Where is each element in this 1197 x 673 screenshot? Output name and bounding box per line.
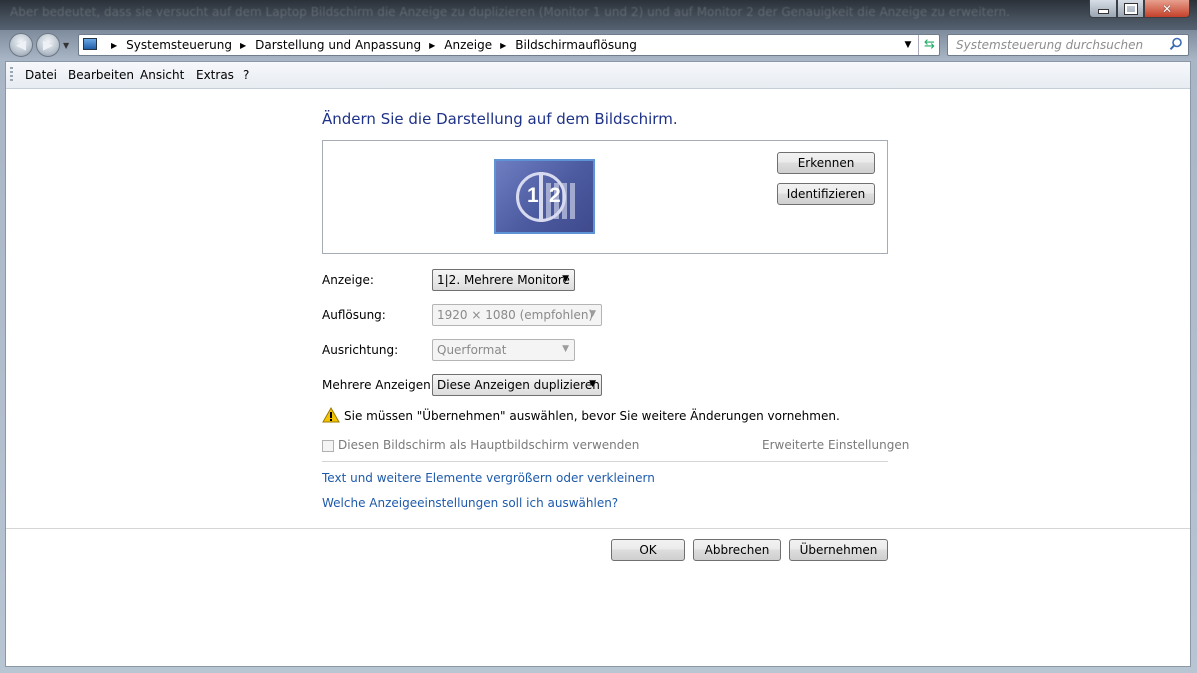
display-preview: 1 2 Erkennen Identifizieren: [322, 140, 888, 254]
content-pane: Datei Bearbeiten Ansicht Extras ? Ändern…: [5, 61, 1191, 667]
menu-bar: Datei Bearbeiten Ansicht Extras ?: [6, 62, 1190, 89]
recent-pages-dropdown-icon[interactable]: ▼: [63, 41, 69, 50]
menu-grip: [10, 67, 13, 83]
menu-ansicht[interactable]: Ansicht: [140, 68, 184, 82]
search-icon[interactable]: [1169, 37, 1183, 51]
warning-text: Sie müssen "Übernehmen" auswählen, bevor…: [344, 409, 840, 423]
display-label: Anzeige:: [322, 273, 374, 287]
orientation-select[interactable]: Querformat ▼: [432, 339, 575, 361]
resolution-select-value: 1920 × 1080 (empfohlen): [437, 308, 594, 322]
address-dropdown-icon[interactable]: ▼: [900, 37, 916, 53]
search-box[interactable]: Systemsteuerung durchsuchen: [947, 34, 1189, 56]
search-input[interactable]: Systemsteuerung durchsuchen: [956, 38, 1143, 52]
main-display-checkbox-label[interactable]: Diesen Bildschirm als Hauptbildschirm ve…: [338, 438, 639, 452]
menu-bearbeiten[interactable]: Bearbeiten: [68, 68, 134, 82]
divider: [6, 528, 1190, 529]
forward-button[interactable]: ▶: [36, 33, 60, 57]
breadcrumb: ▶ Systemsteuerung ▶ Darstellung und Anpa…: [103, 38, 637, 52]
divider: [322, 461, 888, 462]
breadcrumb-chevron-icon[interactable]: ▶: [500, 41, 506, 50]
identify-button[interactable]: Identifizieren: [777, 183, 875, 205]
breadcrumb-anzeige[interactable]: Anzeige: [444, 38, 492, 52]
resolution-label: Auflösung:: [322, 308, 386, 322]
monitor-number-2: 2: [549, 184, 561, 207]
close-button[interactable]: ✕: [1144, 0, 1190, 18]
cancel-button[interactable]: Abbrechen: [693, 539, 781, 561]
breadcrumb-chevron-icon[interactable]: ▶: [429, 41, 435, 50]
multiple-displays-label: Mehrere Anzeigen:: [322, 378, 435, 392]
chevron-down-icon: ▼: [589, 379, 596, 389]
chevron-down-icon: ▼: [589, 309, 596, 319]
breadcrumb-bildschirmaufloesung[interactable]: Bildschirmauflösung: [515, 38, 637, 52]
chevron-down-icon: ▼: [562, 274, 569, 284]
title-bar[interactable]: Aber bedeutet, dass sie versucht auf dem…: [0, 0, 1197, 30]
display-select-value: 1|2. Mehrere Monitore: [437, 273, 570, 287]
warning-icon: [322, 407, 340, 423]
orientation-select-value: Querformat: [437, 343, 507, 357]
refresh-icon[interactable]: ⇆: [918, 35, 940, 55]
minimize-button[interactable]: [1089, 0, 1117, 18]
control-panel-icon: [83, 38, 97, 50]
monitor-number-1: 1: [527, 184, 539, 207]
close-icon: ✕: [1161, 1, 1173, 16]
menu-help[interactable]: ?: [243, 68, 249, 82]
control-panel-window: Aber bedeutet, dass sie versucht auf dem…: [0, 0, 1197, 673]
maximize-icon: [1123, 2, 1138, 15]
page-title: Ändern Sie die Darstellung auf dem Bilds…: [322, 110, 678, 128]
forward-arrow-icon: ▶: [43, 37, 53, 53]
address-bar[interactable]: ▶ Systemsteuerung ▶ Darstellung und Anpa…: [78, 34, 940, 56]
apply-button[interactable]: Übernehmen: [789, 539, 888, 561]
monitor-1-2-tile[interactable]: 1 2: [494, 159, 595, 234]
menu-extras[interactable]: Extras: [196, 68, 234, 82]
orientation-label: Ausrichtung:: [322, 343, 399, 357]
resolution-select[interactable]: 1920 × 1080 (empfohlen) ▼: [432, 304, 602, 326]
menu-datei[interactable]: Datei: [25, 68, 57, 82]
navigation-bar: ◀ ▶ ▼ ▶ Systemsteuerung ▶ Darstellung un…: [0, 33, 1197, 59]
breadcrumb-chevron-icon[interactable]: ▶: [240, 41, 246, 50]
chevron-down-icon: ▼: [562, 344, 569, 354]
back-button[interactable]: ◀: [9, 33, 33, 57]
minimize-icon: [1097, 9, 1109, 14]
which-settings-link[interactable]: Welche Anzeigeeinstellungen soll ich aus…: [322, 496, 618, 510]
window-title-faded: Aber bedeutet, dass sie versucht auf dem…: [10, 5, 1010, 19]
breadcrumb-darstellung[interactable]: Darstellung und Anpassung: [255, 38, 421, 52]
maximize-button[interactable]: [1117, 0, 1144, 18]
text-size-link[interactable]: Text und weitere Elemente vergrößern ode…: [322, 471, 655, 485]
ok-button[interactable]: OK: [611, 539, 685, 561]
main-display-checkbox[interactable]: [322, 440, 334, 452]
breadcrumb-systemsteuerung[interactable]: Systemsteuerung: [126, 38, 232, 52]
multiple-displays-select-value: Diese Anzeigen duplizieren: [437, 378, 600, 392]
back-arrow-icon: ◀: [16, 37, 26, 53]
advanced-settings-link[interactable]: Erweiterte Einstellungen: [762, 438, 909, 452]
display-select[interactable]: 1|2. Mehrere Monitore ▼: [432, 269, 575, 291]
breadcrumb-chevron-icon[interactable]: ▶: [111, 41, 117, 50]
multiple-displays-select[interactable]: Diese Anzeigen duplizieren ▼: [432, 374, 602, 396]
monitor-divider: [539, 172, 543, 222]
detect-button[interactable]: Erkennen: [777, 152, 875, 174]
